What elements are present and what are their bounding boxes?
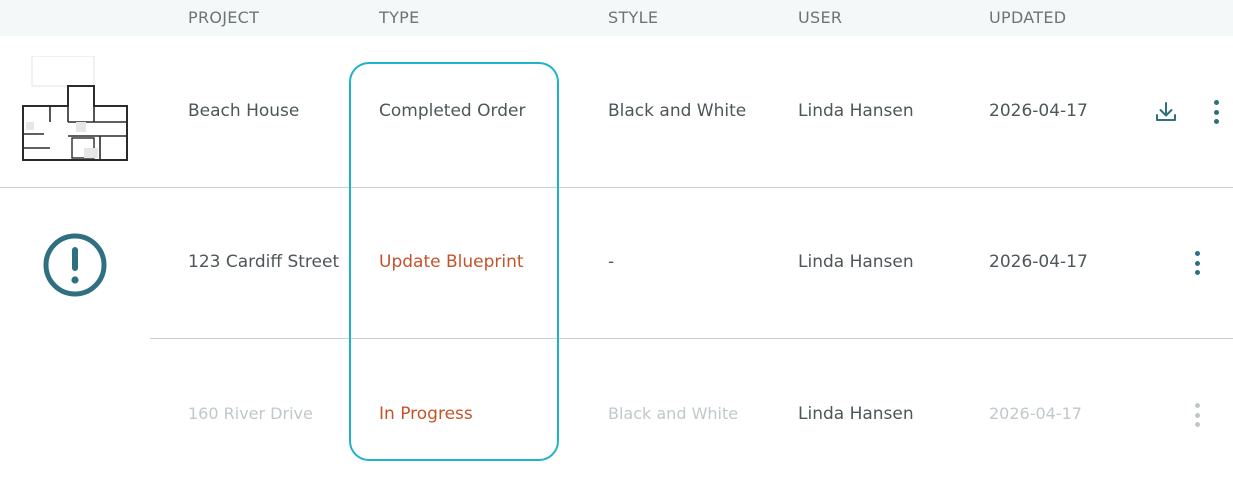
row-divider xyxy=(150,338,1233,339)
table-row[interactable]: 123 Cardiff Street Update Blueprint - Li… xyxy=(0,188,1233,338)
column-header-project[interactable]: PROJECT xyxy=(188,8,259,27)
order-type: Completed Order xyxy=(379,101,526,121)
alert-circle-icon xyxy=(43,233,107,297)
column-header-user[interactable]: USER xyxy=(798,8,842,27)
order-type: Update Blueprint xyxy=(379,252,524,272)
more-vertical-icon[interactable] xyxy=(1192,251,1202,275)
table-row[interactable]: 160 River Drive In Progress Black and Wh… xyxy=(0,340,1233,490)
style-value: Black and White xyxy=(608,101,747,121)
column-header-style[interactable]: STYLE xyxy=(608,8,658,27)
user-name: Linda Hansen xyxy=(798,101,914,121)
column-header-type[interactable]: TYPE xyxy=(379,8,420,27)
style-value: Black and White xyxy=(608,404,739,423)
column-header-updated[interactable]: UPDATED xyxy=(989,8,1066,27)
style-value: - xyxy=(608,252,615,272)
updated-date: 2026-04-17 xyxy=(989,252,1088,272)
project-name[interactable]: 160 River Drive xyxy=(188,404,313,423)
table-row[interactable]: Beach House Completed Order Black and Wh… xyxy=(0,36,1233,186)
order-type: In Progress xyxy=(379,404,473,424)
user-name: Linda Hansen xyxy=(798,404,914,424)
user-name: Linda Hansen xyxy=(798,252,914,272)
project-name[interactable]: 123 Cardiff Street xyxy=(188,252,339,272)
table-header: PROJECT TYPE STYLE USER UPDATED xyxy=(0,0,1233,36)
updated-date: 2026-04-17 xyxy=(989,101,1088,121)
more-vertical-icon[interactable] xyxy=(1192,403,1202,427)
download-icon[interactable] xyxy=(1154,100,1178,124)
updated-date: 2026-04-17 xyxy=(989,404,1082,423)
more-vertical-icon[interactable] xyxy=(1211,100,1221,124)
floorplan-thumbnail xyxy=(22,56,128,161)
project-name[interactable]: Beach House xyxy=(188,101,299,121)
